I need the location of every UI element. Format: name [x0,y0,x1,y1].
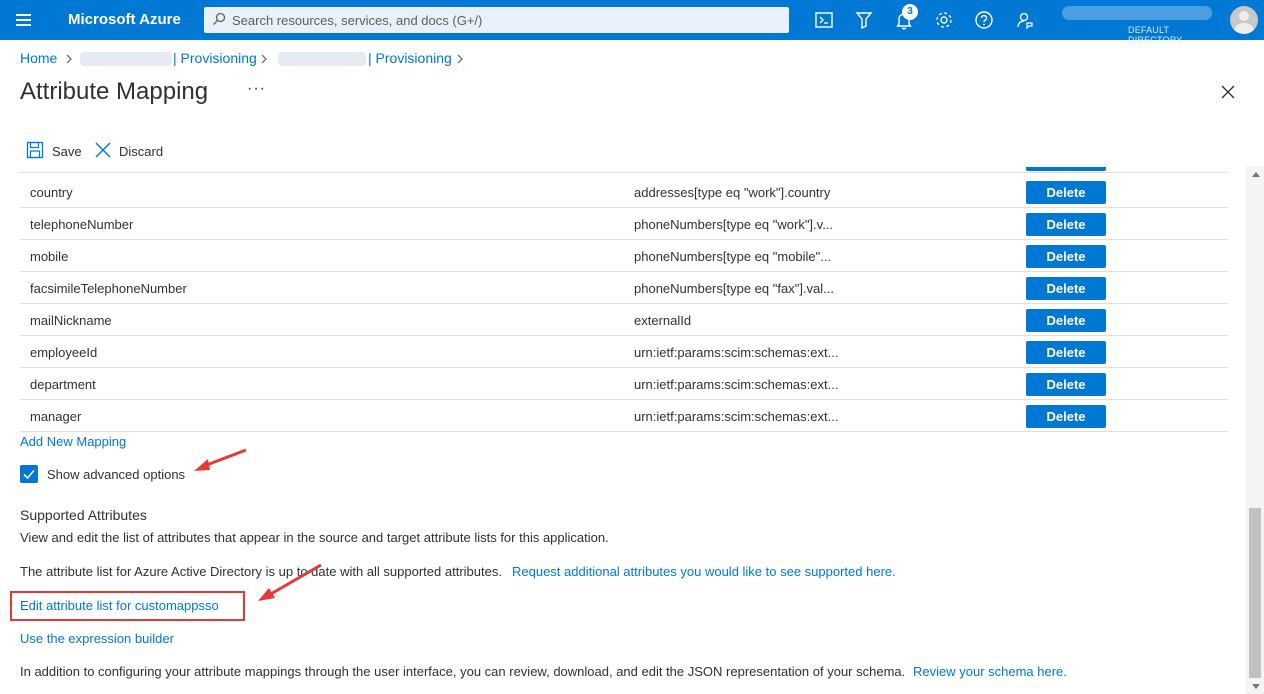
delete-button[interactable]: Delete [1026,309,1106,332]
source-attribute: country [30,185,73,200]
cloud-shell-icon[interactable] [812,8,836,32]
target-attribute: urn:ietf:params:scim:schemas:ext... [634,409,839,424]
table-row: employeeId urn:ietf:params:scim:schemas:… [20,336,1227,368]
redacted-app-name [80,52,172,66]
target-attribute: urn:ietf:params:scim:schemas:ext... [634,345,839,360]
delete-button[interactable]: Delete [1026,373,1106,396]
target-attribute: phoneNumbers[type eq "fax"].val... [634,281,835,296]
page-title: Attribute Mapping [20,78,209,105]
schema-description: In addition to configuring your attribut… [20,664,906,679]
show-advanced-checkbox[interactable] [20,465,38,483]
table-row: manager urn:ietf:params:scim:schemas:ext… [20,400,1227,432]
divider [20,172,1227,173]
expression-builder-link[interactable]: Use the expression builder [20,631,174,646]
delete-button[interactable]: Delete [1026,181,1106,204]
discard-label: Discard [119,144,164,159]
scroll-down-icon[interactable] [1252,684,1260,689]
account-info[interactable]: DEFAULT DIRECTORY [1062,4,1226,45]
top-bar: Microsoft Azure 3 DEFAULT DIRECTORY [0,0,1264,45]
discard-icon [95,142,111,158]
notification-badge: 3 [902,4,918,20]
breadcrumb-provisioning-1[interactable]: | Provisioning [173,50,257,66]
target-attribute: urn:ietf:params:scim:schemas:ext... [634,377,839,392]
breadcrumb-provisioning-2[interactable]: | Provisioning [368,50,452,66]
target-attribute: phoneNumbers[type eq "mobile"... [634,249,832,264]
source-attribute: facsimileTelephoneNumber [30,281,187,296]
gear-icon[interactable] [932,8,956,32]
supported-attributes-title: Supported Attributes [20,507,147,523]
supported-attributes-desc: View and edit the list of attributes tha… [20,530,609,545]
source-attribute: manager [30,409,82,424]
delete-button[interactable]: Delete [1026,277,1106,300]
save-icon [26,141,44,159]
directory-label: DEFAULT DIRECTORY [1128,25,1183,45]
breadcrumb-home[interactable]: Home [20,50,57,66]
annotation-arrow-icon [194,448,247,471]
table-row: department urn:ietf:params:scim:schemas:… [20,368,1227,400]
hamburger-icon[interactable] [10,10,38,30]
table-row: country addresses[type eq "work"].countr… [20,176,1227,208]
delete-button-partial[interactable] [1026,167,1106,171]
chevron-right-icon [261,54,267,64]
redacted-app-name [278,52,366,66]
delete-button[interactable]: Delete [1026,405,1106,428]
close-icon[interactable] [1220,84,1236,100]
source-attribute: mobile [30,249,69,264]
feedback-icon[interactable] [1012,8,1036,32]
avatar[interactable] [1230,6,1258,34]
target-attribute: externalId [634,313,692,328]
delete-button[interactable]: Delete [1026,341,1106,364]
scrollbar-thumb[interactable] [1249,508,1261,678]
chevron-right-icon [457,54,463,64]
source-attribute: telephoneNumber [30,217,134,232]
table-row: mailNickname externalId Delete [20,304,1227,336]
checkmark-icon [23,469,35,480]
source-attribute: employeeId [30,345,98,360]
account-name-redacted [1062,6,1212,20]
brand-title[interactable]: Microsoft Azure [68,11,181,28]
table-row: facsimileTelephoneNumber phoneNumbers[ty… [20,272,1227,304]
directory-filter-icon[interactable] [852,8,876,32]
request-attributes-link[interactable]: Request additional attributes you would … [512,564,896,579]
global-search[interactable] [204,7,789,33]
save-button[interactable]: Save [26,140,84,162]
help-icon[interactable] [972,8,996,32]
target-attribute: addresses[type eq "work"].country [634,185,831,200]
chevron-right-icon [66,54,72,64]
more-options-icon[interactable]: ··· [247,80,266,98]
add-new-mapping-link[interactable]: Add New Mapping [20,434,126,449]
table-row: telephoneNumber phoneNumbers[type eq "wo… [20,208,1227,240]
source-attribute: department [30,377,96,392]
save-label: Save [52,144,82,159]
source-attribute: mailNickname [30,313,112,328]
show-advanced-label[interactable]: Show advanced options [47,467,185,482]
table-row: mobile phoneNumbers[type eq "mobile"... … [20,240,1227,272]
target-attribute: phoneNumbers[type eq "work"].v... [634,217,834,232]
attribute-mapping-table: country addresses[type eq "work"].countr… [20,176,1227,432]
search-input[interactable] [232,10,772,30]
review-schema-link[interactable]: Review your schema here. [913,664,1067,679]
search-icon [213,12,226,25]
discard-button[interactable]: Discard [94,140,164,162]
delete-button[interactable]: Delete [1026,213,1106,236]
scroll-up-icon[interactable] [1252,172,1260,177]
delete-button[interactable]: Delete [1026,245,1106,268]
attribute-status-text: The attribute list for Azure Active Dire… [20,564,502,579]
highlight-box-annotation [10,591,245,621]
